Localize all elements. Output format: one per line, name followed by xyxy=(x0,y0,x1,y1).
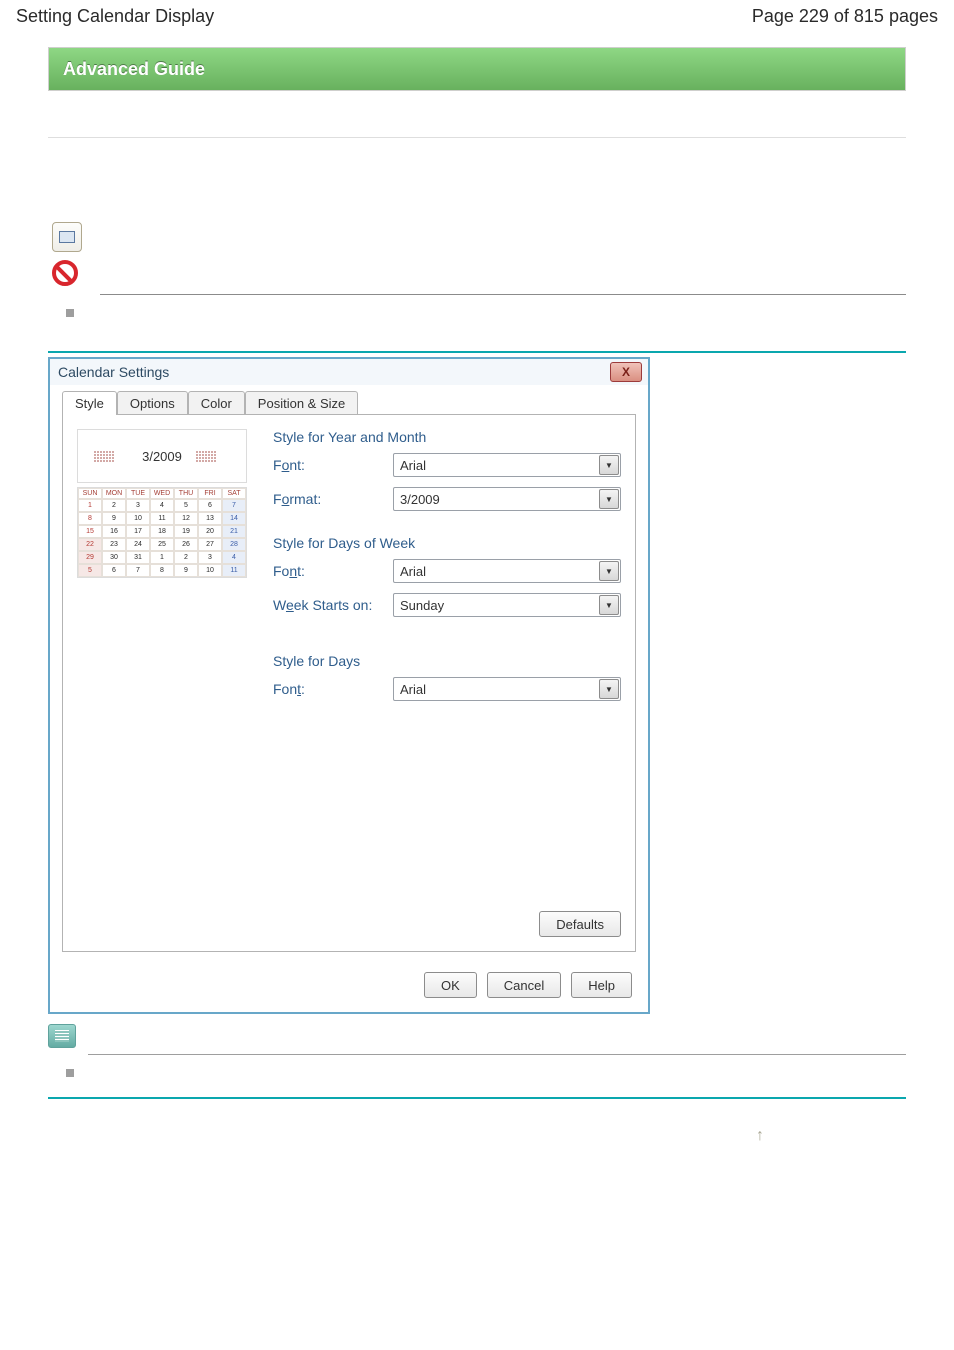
preview-month-year: 3/2009 xyxy=(142,449,182,464)
chevron-down-icon: ▼ xyxy=(599,595,619,615)
chevron-down-icon: ▼ xyxy=(599,455,619,475)
page-top-icon[interactable]: ↑ xyxy=(756,1127,764,1145)
section-days-of-week: Style for Days of Week xyxy=(273,535,621,551)
section-year-month: Style for Year and Month xyxy=(273,429,621,445)
font-ym-dropdown[interactable]: Arial▼ xyxy=(393,453,621,477)
guide-bar: Advanced Guide xyxy=(48,47,906,91)
font-label: Font: xyxy=(273,457,393,473)
divider xyxy=(48,1097,906,1099)
close-button[interactable]: X xyxy=(610,362,642,382)
help-button[interactable]: Help xyxy=(571,972,632,998)
tab-options[interactable]: Options xyxy=(117,391,188,415)
cancel-button[interactable]: Cancel xyxy=(487,972,561,998)
font-label: Font: xyxy=(273,563,393,579)
page-title: Setting Calendar Display xyxy=(16,6,214,27)
font-dow-dropdown[interactable]: Arial▼ xyxy=(393,559,621,583)
divider xyxy=(48,351,906,353)
divider xyxy=(48,137,906,138)
defaults-button[interactable]: Defaults xyxy=(539,911,621,937)
bullet-icon xyxy=(66,1069,74,1077)
font-days-dropdown[interactable]: Arial▼ xyxy=(393,677,621,701)
week-starts-dropdown[interactable]: Sunday▼ xyxy=(393,593,621,617)
dialog-title: Calendar Settings xyxy=(58,364,169,380)
format-label: Format: xyxy=(273,491,393,507)
bullet-icon xyxy=(66,309,74,317)
calendar-preview: 3/2009 SUNMONTUEWEDTHUFRISAT 12345678910… xyxy=(77,429,247,711)
tab-style[interactable]: Style xyxy=(62,391,117,415)
printer-icon xyxy=(52,222,82,252)
tab-position-size[interactable]: Position & Size xyxy=(245,391,358,415)
calendar-settings-dialog: Calendar Settings X Style Options Color … xyxy=(48,357,650,1014)
chevron-down-icon: ▼ xyxy=(599,489,619,509)
format-dropdown[interactable]: 3/2009▼ xyxy=(393,487,621,511)
section-days: Style for Days xyxy=(273,653,621,669)
week-starts-label: Week Starts on: xyxy=(273,597,393,613)
note-icon xyxy=(48,1024,76,1048)
chevron-down-icon: ▼ xyxy=(599,561,619,581)
divider xyxy=(100,294,906,295)
divider xyxy=(88,1054,906,1055)
ok-button[interactable]: OK xyxy=(424,972,477,998)
prohibit-icon xyxy=(52,260,78,286)
page-info: Page 229 of 815 pages xyxy=(752,6,938,27)
font-label: Font: xyxy=(273,681,393,697)
tab-color[interactable]: Color xyxy=(188,391,245,415)
chevron-down-icon: ▼ xyxy=(599,679,619,699)
